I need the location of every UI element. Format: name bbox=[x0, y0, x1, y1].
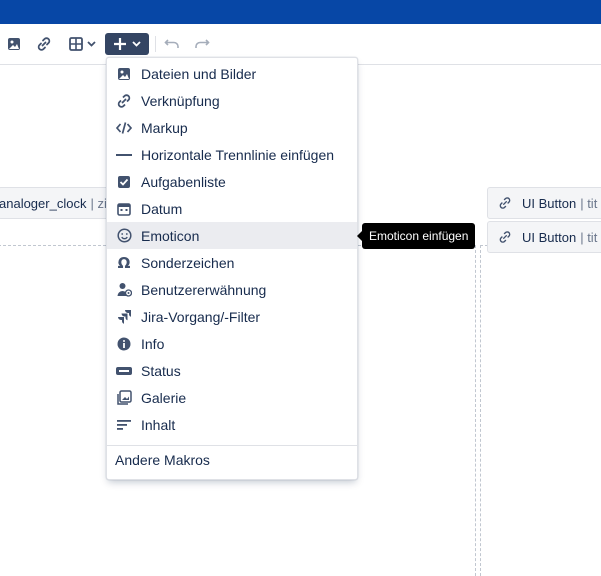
macro-placeholder[interactable]: UI Button | tit bbox=[487, 187, 601, 219]
menu-item-table-of-contents[interactable]: Inhalt bbox=[107, 411, 357, 438]
redo-icon[interactable] bbox=[192, 33, 212, 55]
menu-item-label: Dateien und Bilder bbox=[141, 65, 257, 82]
menu-divider bbox=[107, 445, 357, 446]
menu-item-special-characters[interactable]: Ω Sonderzeichen bbox=[107, 249, 357, 276]
link-icon bbox=[107, 93, 141, 109]
image-icon bbox=[107, 67, 141, 81]
menu-item-jira[interactable]: Jira-Vorgang/-Filter bbox=[107, 303, 357, 330]
menu-item-label: Inhalt bbox=[141, 416, 176, 433]
menu-item-status[interactable]: Status bbox=[107, 357, 357, 384]
menu-item-label: Sonderzeichen bbox=[141, 254, 235, 271]
calendar-icon bbox=[107, 202, 141, 216]
macro-title: UI Button bbox=[522, 229, 577, 245]
insert-menu-button[interactable] bbox=[105, 33, 149, 55]
omega-icon: Ω bbox=[117, 253, 131, 272]
menu-item-label: Aufgabenliste bbox=[141, 173, 226, 190]
menu-item-task-list[interactable]: Aufgabenliste bbox=[107, 168, 357, 195]
menu-item-label: Jira-Vorgang/-Filter bbox=[141, 308, 261, 325]
menu-item-label: Benutzererwähnung bbox=[141, 281, 267, 298]
menu-item-link[interactable]: Verknüpfung bbox=[107, 87, 357, 114]
insert-menu: Dateien und Bilder Verknüpfung Markup Ho… bbox=[106, 57, 358, 480]
macro-title: analoger_clock bbox=[0, 195, 87, 211]
menu-item-horizontal-rule[interactable]: Horizontale Trennlinie einfügen bbox=[107, 141, 357, 168]
menu-item-user-mention[interactable]: Benutzererwähnung bbox=[107, 276, 357, 303]
plus-icon bbox=[113, 37, 127, 51]
code-icon bbox=[107, 121, 141, 135]
user-mention-icon bbox=[107, 282, 141, 297]
menu-item-emoticon[interactable]: Emoticon bbox=[107, 222, 357, 249]
menu-item-label: Datum bbox=[141, 200, 183, 217]
menu-item-gallery[interactable]: Galerie bbox=[107, 384, 357, 411]
toolbar-divider bbox=[155, 36, 156, 52]
tooltip: Emoticon einfügen bbox=[356, 223, 476, 249]
other-macros-link[interactable]: Andere Makros bbox=[115, 452, 210, 468]
chevron-down-icon bbox=[86, 41, 96, 47]
macro-placeholder[interactable]: UI Button | tit bbox=[487, 221, 601, 253]
table-dropdown-button[interactable] bbox=[64, 33, 100, 55]
image-icon[interactable] bbox=[5, 33, 23, 55]
macro-params: | tit bbox=[580, 229, 598, 245]
menu-item-label: Verknüpfung bbox=[141, 92, 220, 109]
menu-item-label: Horizontale Trennlinie einfügen bbox=[141, 146, 335, 163]
info-icon bbox=[107, 337, 141, 351]
menu-item-label: Status bbox=[141, 362, 181, 379]
link-icon bbox=[498, 230, 512, 244]
menu-item-label: Emoticon bbox=[141, 227, 200, 244]
link-icon bbox=[498, 196, 512, 210]
undo-icon[interactable] bbox=[162, 33, 182, 55]
menu-item-label: Markup bbox=[141, 119, 188, 136]
macro-params: | tit bbox=[580, 195, 598, 211]
menu-item-markup[interactable]: Markup bbox=[107, 114, 357, 141]
menu-item-info[interactable]: Info bbox=[107, 330, 357, 357]
layout-column[interactable] bbox=[480, 245, 601, 576]
macro-title: UI Button bbox=[522, 195, 577, 211]
toc-icon bbox=[107, 419, 141, 431]
status-icon bbox=[107, 366, 141, 376]
top-navigation-bar bbox=[0, 0, 601, 24]
checkbox-icon bbox=[107, 175, 141, 189]
menu-item-label: Galerie bbox=[141, 389, 187, 406]
menu-item-date[interactable]: Datum bbox=[107, 195, 357, 222]
menu-item-label: Info bbox=[141, 335, 165, 352]
emoji-icon bbox=[107, 228, 141, 243]
jira-icon bbox=[107, 309, 141, 324]
gallery-icon bbox=[107, 390, 141, 405]
table-icon bbox=[68, 37, 83, 51]
chevron-down-icon bbox=[132, 41, 141, 47]
menu-item-files-images[interactable]: Dateien und Bilder bbox=[107, 60, 357, 87]
link-icon[interactable] bbox=[34, 33, 54, 55]
horizontal-rule-icon bbox=[107, 153, 141, 157]
